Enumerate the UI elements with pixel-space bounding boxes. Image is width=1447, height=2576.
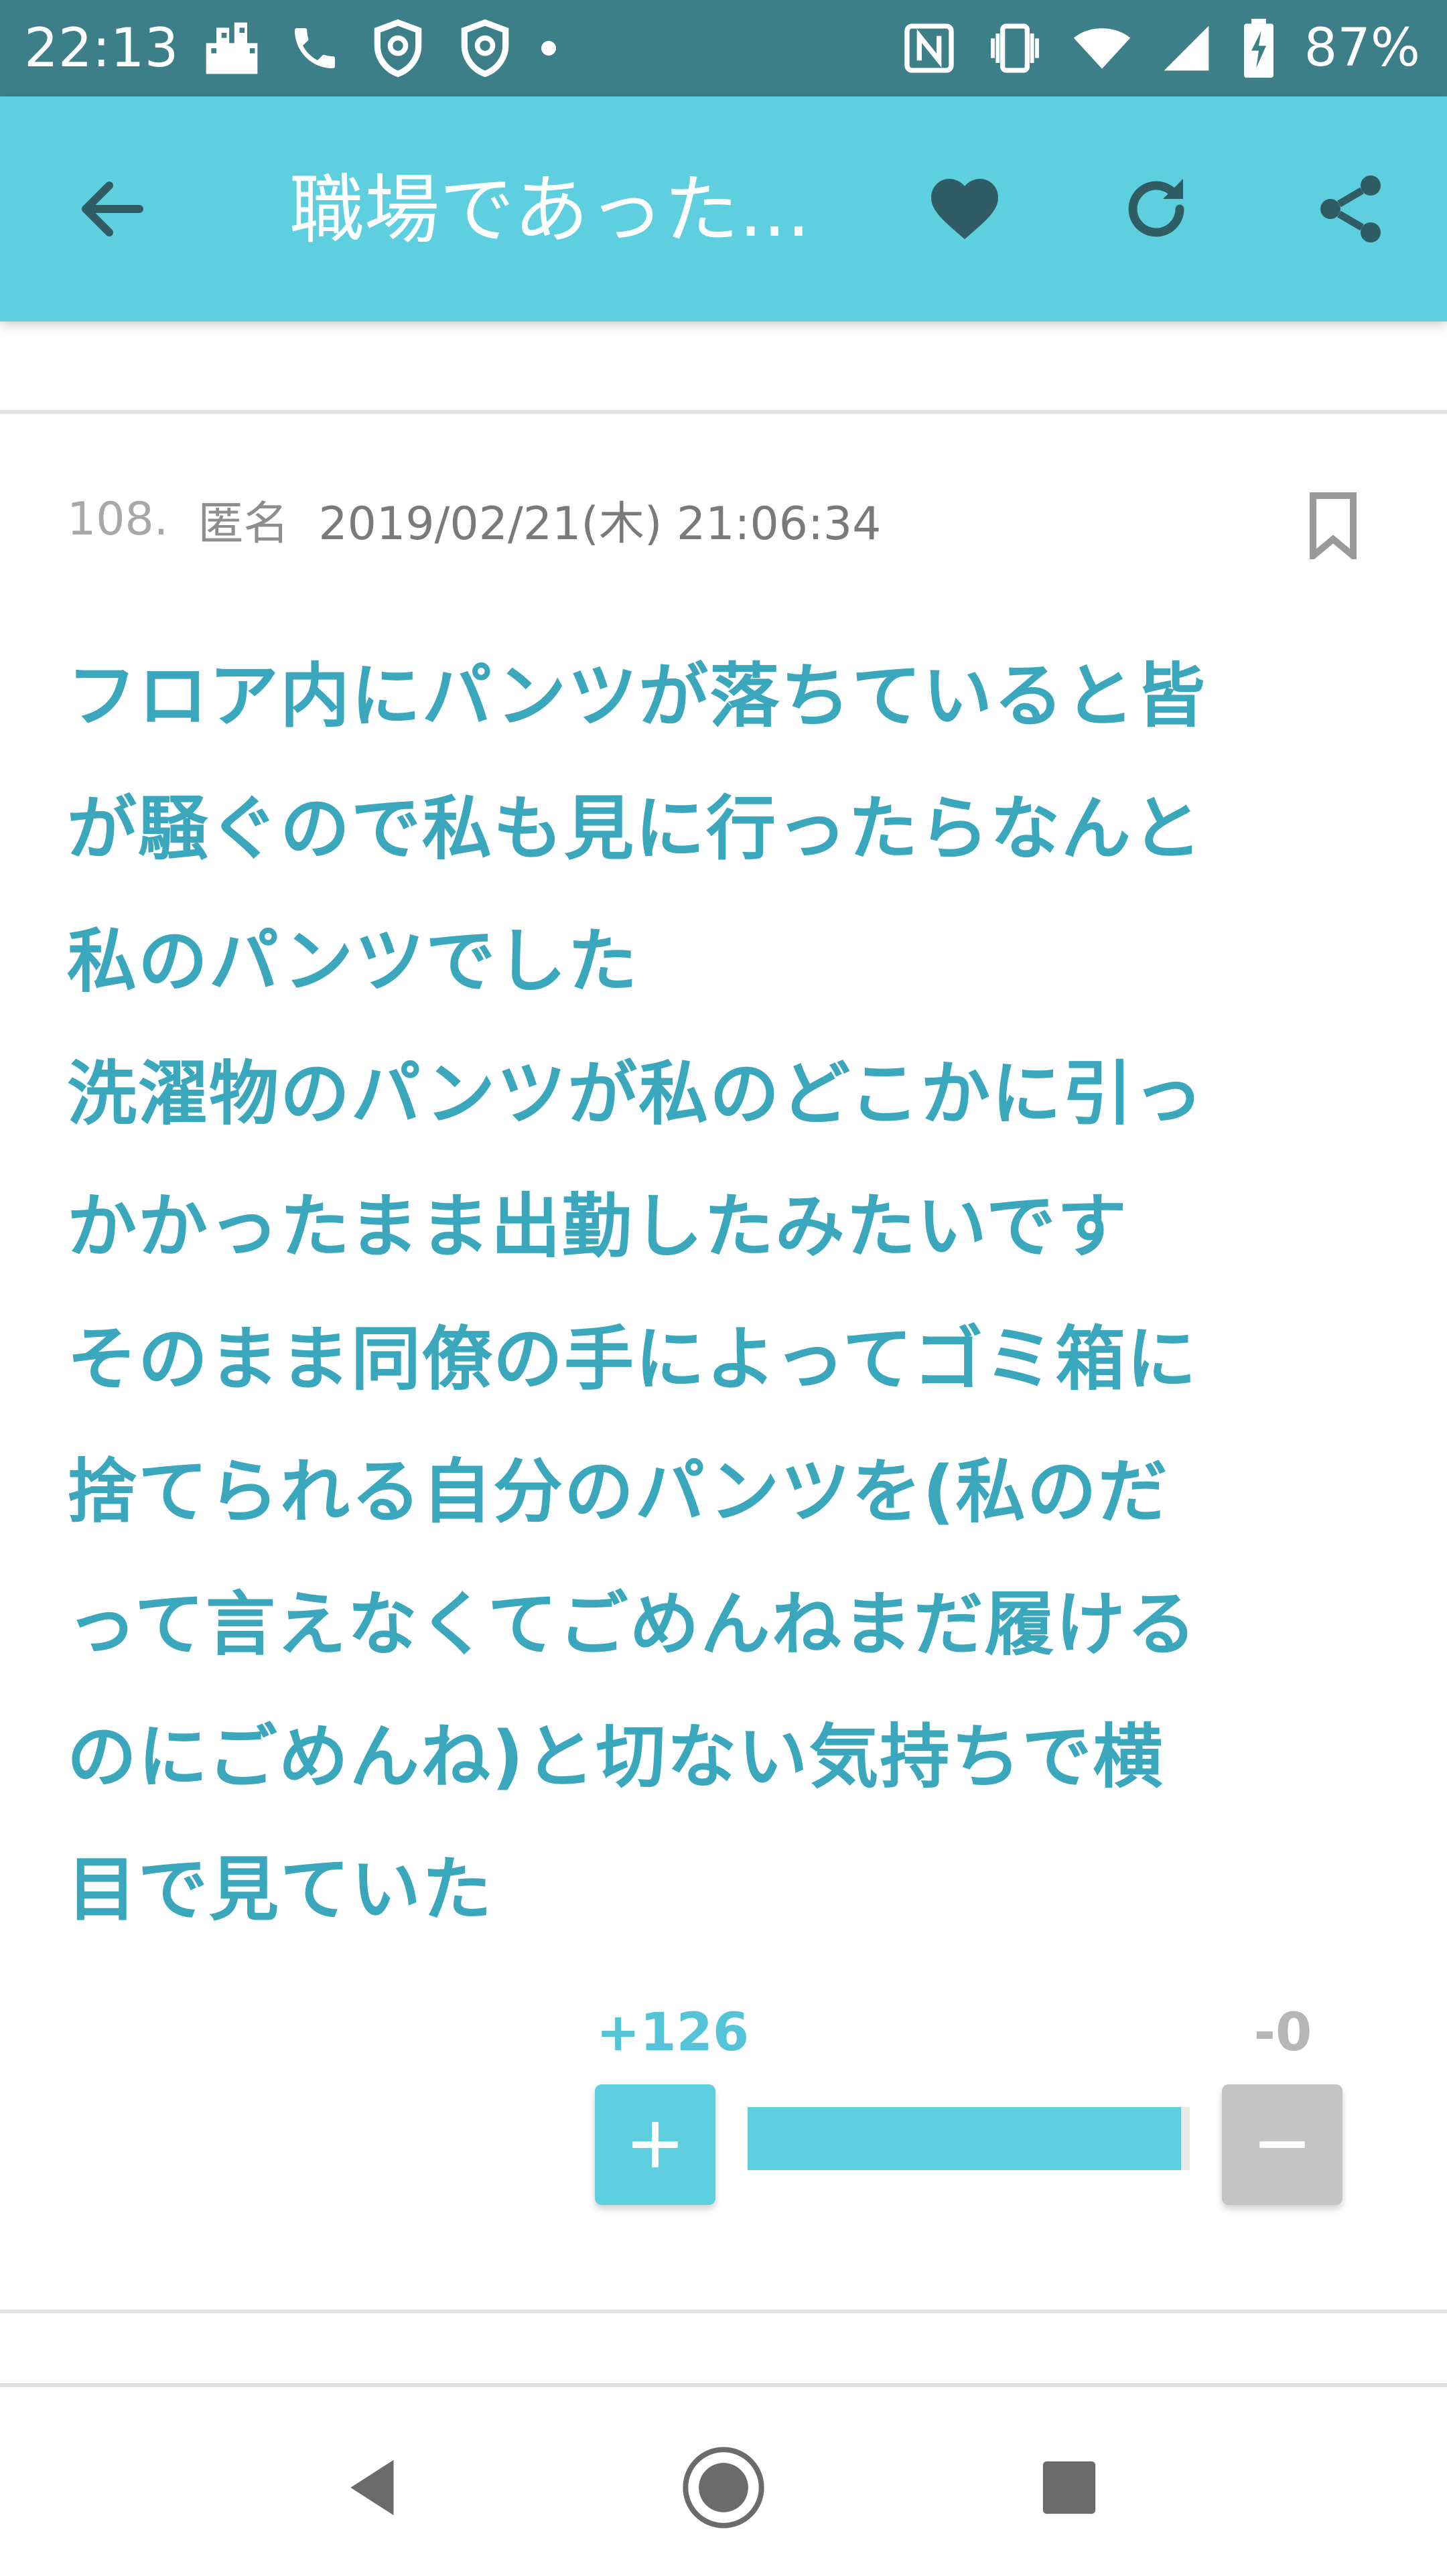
vote-plus-button[interactable] xyxy=(595,2084,715,2205)
shield-icon xyxy=(461,19,509,78)
city-icon xyxy=(206,22,258,74)
status-time: 22:13 xyxy=(24,17,179,79)
plus-icon xyxy=(632,2122,678,2167)
vote-minus-button[interactable] xyxy=(1222,2084,1342,2205)
bookmark-icon[interactable] xyxy=(1306,492,1360,559)
nav-home-button[interactable] xyxy=(677,2441,770,2534)
post-author: 匿名 xyxy=(198,497,289,551)
post-number: 108. xyxy=(67,492,169,546)
wifi-icon xyxy=(1073,28,1130,69)
wifi-calling-icon xyxy=(295,28,335,68)
vote-ratio-bar xyxy=(748,2107,1190,2170)
post-datetime: 2019/02/21(木) 21:06:34 xyxy=(318,497,882,551)
app-bar: 職場であった... xyxy=(0,96,1447,321)
vote-plus-count: +126 xyxy=(596,2003,750,2063)
post-meta: 108. 匿名 2019/02/21(木) 21:06:34 xyxy=(67,492,881,551)
system-nav-bar xyxy=(0,2383,1447,2576)
triangle-back-icon xyxy=(350,2459,394,2516)
divider xyxy=(0,410,1447,414)
battery-icon xyxy=(1243,19,1273,78)
status-left-icons xyxy=(201,16,556,80)
heart-icon[interactable] xyxy=(924,169,1005,249)
nav-recents-button[interactable] xyxy=(1022,2441,1116,2534)
notification-dot xyxy=(541,41,556,56)
share-icon[interactable] xyxy=(1310,169,1391,249)
nfc-icon xyxy=(904,23,954,73)
arrow-left-icon[interactable] xyxy=(72,169,153,249)
post-body: フロア内にパンツが落ちていると皆 が騒ぐので私も見に行ったらなんと 私のパンツで… xyxy=(67,655,1207,1930)
nav-back-button[interactable] xyxy=(328,2441,422,2534)
vote-ratio-fill xyxy=(748,2107,1181,2170)
square-recents-icon xyxy=(1042,2461,1096,2514)
vibrate-icon xyxy=(990,23,1039,73)
signal-icon xyxy=(1164,25,1209,71)
status-right-icons: 87% xyxy=(900,16,1420,80)
battery-percent: 87% xyxy=(1304,18,1420,78)
minus-icon xyxy=(1259,2141,1305,2148)
refresh-icon[interactable] xyxy=(1116,169,1196,249)
page-title: 職場であった... xyxy=(289,170,811,251)
circle-home-icon xyxy=(683,2447,764,2528)
shield-icon xyxy=(374,19,422,78)
divider xyxy=(0,2309,1447,2313)
status-bar: 22:13 87% xyxy=(0,0,1447,96)
vote-minus-count: -0 xyxy=(1253,2003,1312,2063)
